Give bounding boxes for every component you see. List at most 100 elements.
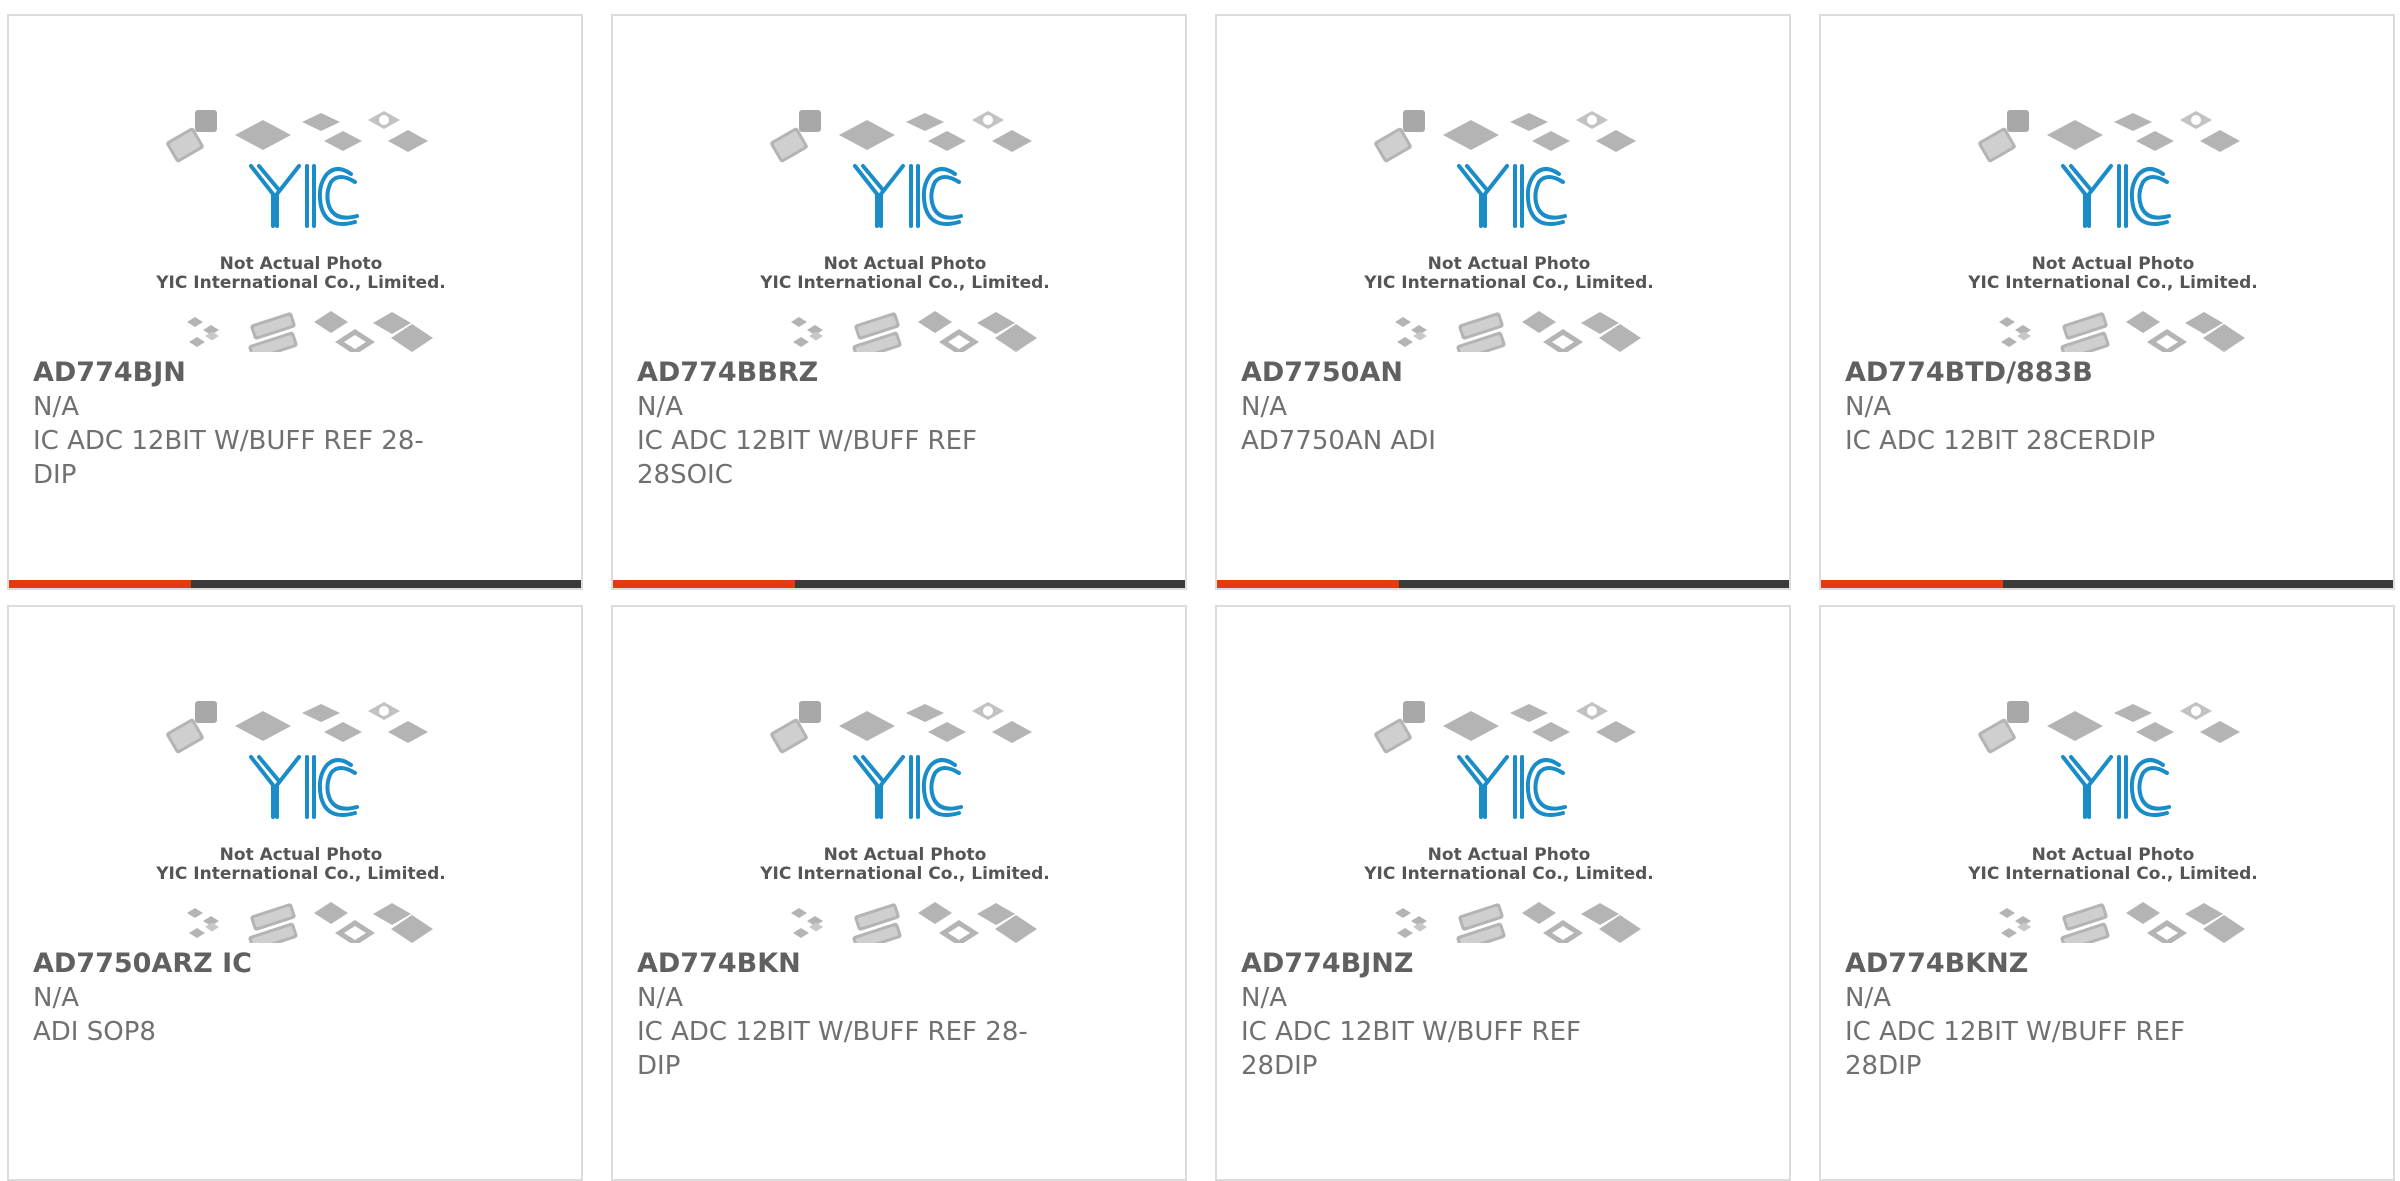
chip-icon	[1413, 331, 1427, 341]
chip-icon	[166, 127, 204, 163]
product-card[interactable]: Not Actual Photo YIC International Co., L…	[7, 605, 583, 1181]
product-info: AD774BJN N/A IC ADC 12BIT W/BUFF REF 28-…	[33, 356, 453, 492]
chip-icon	[1374, 127, 1412, 163]
chip-icon	[1596, 130, 1636, 152]
chip-icon	[839, 711, 895, 741]
product-card[interactable]: Not Actual Photo YIC International Co., L…	[1819, 605, 2395, 1181]
product-manufacturer: N/A	[1241, 983, 1287, 1013]
chip-icon	[314, 902, 348, 924]
chip-icon	[1403, 110, 1425, 132]
product-name[interactable]: AD774BTD/883B	[1845, 356, 2265, 390]
placeholder-caption-line2: YIC International Co., Limited.	[155, 273, 446, 293]
chip-icon	[195, 701, 217, 723]
chip-icon	[2047, 120, 2103, 150]
yic-logo-icon	[853, 755, 963, 819]
chip-icon	[1978, 718, 2016, 754]
chip-icon	[166, 718, 204, 754]
product-card[interactable]: Not Actual Photo YIC International Co., L…	[7, 14, 583, 590]
placeholder-caption-line2: YIC International Co., Limited.	[1363, 273, 1654, 293]
product-info: AD774BKN N/A IC ADC 12BIT W/BUFF REF 28-…	[637, 947, 1057, 1083]
chip-icon	[983, 115, 993, 125]
chip-icon	[906, 704, 944, 722]
chip-icon	[918, 902, 952, 924]
chip-icon	[2191, 115, 2201, 125]
product-name[interactable]: AD774BJNZ	[1241, 947, 1661, 981]
placeholder-caption-line1: Not Actual Photo	[1428, 254, 1591, 274]
chip-icon	[1403, 701, 1425, 723]
product-info: AD774BJNZ N/A IC ADC 12BIT W/BUFF REF 28…	[1241, 947, 1661, 1083]
product-image[interactable]: Not Actual Photo YIC International Co., L…	[11, 607, 581, 943]
chip-icon	[302, 704, 340, 722]
chip-icon	[1596, 721, 1636, 743]
chip-icon	[992, 721, 1032, 743]
product-name[interactable]: AD774BKN	[637, 947, 1057, 981]
chip-icon	[1999, 908, 2015, 918]
product-name[interactable]: AD774BJN	[33, 356, 453, 390]
product-manufacturer: N/A	[33, 983, 79, 1013]
chip-icon	[205, 922, 219, 932]
chip-icon	[235, 120, 291, 150]
chip-icon	[809, 922, 823, 932]
product-image[interactable]: Not Actual Photo YIC International Co., L…	[1823, 607, 2393, 943]
product-image[interactable]: Not Actual Photo YIC International Co., L…	[1219, 16, 1789, 352]
card-bottom-bar	[9, 580, 581, 588]
product-name[interactable]: AD774BKNZ	[1845, 947, 2265, 981]
card-bottom-bar-accent	[1821, 580, 2003, 588]
chip-icon	[928, 131, 966, 151]
product-description: IC ADC 12BIT W/BUFF REF 28DIP	[1845, 1017, 2186, 1081]
chip-icon	[388, 130, 428, 152]
product-image[interactable]: Not Actual Photo YIC International Co., L…	[11, 16, 581, 352]
chip-icon	[1395, 317, 1411, 327]
product-image[interactable]: Not Actual Photo YIC International Co., L…	[615, 16, 1185, 352]
product-name[interactable]: AD7750AN	[1241, 356, 1661, 390]
chip-icon	[1587, 115, 1597, 125]
chip-icon	[799, 701, 821, 723]
product-info: AD774BTD/883B N/A IC ADC 12BIT 28CERDIP	[1845, 356, 2265, 458]
yic-logo-icon	[1457, 164, 1567, 228]
placeholder-caption-line2: YIC International Co., Limited.	[155, 864, 446, 884]
card-bottom-bar	[1821, 580, 2393, 588]
product-card[interactable]: Not Actual Photo YIC International Co., L…	[611, 14, 1187, 590]
chip-icon	[1587, 706, 1597, 716]
product-info: AD7750AN N/A AD7750AN ADI	[1241, 356, 1661, 458]
chip-icon	[2007, 110, 2029, 132]
yic-logo-icon	[249, 755, 359, 819]
chip-icon	[2047, 711, 2103, 741]
product-info: AD774BBRZ N/A IC ADC 12BIT W/BUFF REF 28…	[637, 356, 1057, 492]
chip-icon	[809, 331, 823, 341]
chip-icon	[1395, 908, 1411, 918]
chip-icon	[1443, 711, 1499, 741]
chip-icon	[324, 131, 362, 151]
product-image[interactable]: Not Actual Photo YIC International Co., L…	[1823, 16, 2393, 352]
product-image[interactable]: Not Actual Photo YIC International Co., L…	[615, 607, 1185, 943]
chip-icon	[187, 317, 203, 327]
placeholder-caption-line1: Not Actual Photo	[220, 254, 383, 274]
chip-icon	[770, 718, 808, 754]
card-bottom-bar-accent	[613, 580, 795, 588]
chip-icon	[799, 110, 821, 132]
product-name[interactable]: AD774BBRZ	[637, 356, 1057, 390]
product-card[interactable]: Not Actual Photo YIC International Co., L…	[1819, 14, 2395, 590]
product-card[interactable]: Not Actual Photo YIC International Co., L…	[1215, 605, 1791, 1181]
chip-icon	[2114, 704, 2152, 722]
chip-icon	[839, 120, 895, 150]
placeholder-caption-line2: YIC International Co., Limited.	[1967, 864, 2258, 884]
chip-icon	[2200, 721, 2240, 743]
chip-icon	[770, 127, 808, 163]
chip-icon	[791, 317, 807, 327]
yic-logo-icon	[249, 164, 359, 228]
placeholder-caption-line2: YIC International Co., Limited.	[1363, 864, 1654, 884]
product-manufacturer: N/A	[1845, 983, 1891, 1013]
product-card[interactable]: Not Actual Photo YIC International Co., L…	[1215, 14, 1791, 590]
chip-icon	[2126, 902, 2160, 924]
chip-icon	[793, 928, 809, 938]
chip-icon	[918, 311, 952, 333]
product-card[interactable]: Not Actual Photo YIC International Co., L…	[611, 605, 1187, 1181]
product-manufacturer: N/A	[637, 983, 683, 1013]
chip-icon	[791, 908, 807, 918]
product-image[interactable]: Not Actual Photo YIC International Co., L…	[1219, 607, 1789, 943]
chip-icon	[2136, 722, 2174, 742]
product-name[interactable]: AD7750ARZ IC	[33, 947, 453, 981]
chip-icon	[2200, 130, 2240, 152]
chip-icon	[195, 110, 217, 132]
